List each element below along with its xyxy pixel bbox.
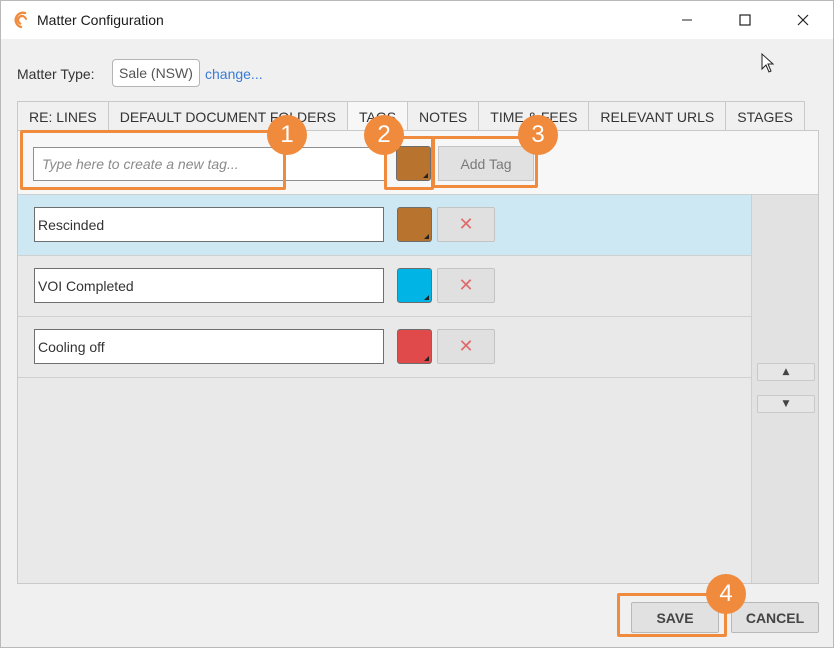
dialog-content: Matter Type: Sale (NSW) change... RE: LI…	[1, 39, 833, 647]
arrow-down-icon: ▼	[782, 399, 790, 409]
app-logo-icon	[14, 11, 27, 29]
remove-tag-button[interactable]: ✕	[437, 329, 495, 364]
remove-x-icon: ✕	[458, 336, 474, 357]
remove-tag-button[interactable]: ✕	[437, 268, 495, 303]
tab-default-document-folders[interactable]: DEFAULT DOCUMENT FOLDERS	[107, 101, 348, 131]
tab-tags[interactable]: TAGS	[346, 101, 409, 132]
cancel-button[interactable]: CANCEL	[731, 602, 819, 633]
tag-name-input[interactable]	[34, 329, 384, 364]
remove-tag-button[interactable]: ✕	[437, 207, 495, 242]
minimize-icon	[682, 19, 692, 21]
maximize-icon	[739, 14, 751, 26]
remove-x-icon: ✕	[458, 275, 474, 296]
matter-configuration-window: Matter Configuration Matter Type: Sale (…	[0, 0, 834, 648]
tab-time-and-fees[interactable]: TIME & FEES	[478, 101, 590, 131]
tab-stages[interactable]: STAGES	[725, 101, 806, 131]
tag-list: ✕ ✕ ✕	[18, 195, 751, 583]
save-button[interactable]: SAVE	[631, 602, 719, 633]
reorder-pane: ▲ ▼	[751, 195, 818, 583]
new-tag-input[interactable]	[33, 147, 385, 181]
tab-bar: RE: LINES DEFAULT DOCUMENT FOLDERS TAGS …	[17, 101, 806, 132]
tag-name-input[interactable]	[34, 207, 384, 242]
tab-notes[interactable]: NOTES	[407, 101, 480, 131]
tag-color-picker[interactable]	[397, 329, 432, 364]
tag-color-picker[interactable]	[397, 207, 432, 242]
tag-row[interactable]: ✕	[18, 256, 751, 317]
matter-type-label: Matter Type:	[17, 66, 95, 82]
maximize-button[interactable]	[716, 1, 774, 39]
new-tag-bar: Add Tag	[18, 131, 818, 195]
minimize-button[interactable]	[658, 1, 716, 39]
tag-row[interactable]: ✕	[18, 317, 751, 378]
new-tag-color-picker[interactable]	[396, 146, 431, 181]
tab-re-lines[interactable]: RE: LINES	[17, 101, 109, 131]
window-title: Matter Configuration	[37, 12, 164, 28]
tag-row[interactable]: ✕	[18, 195, 751, 256]
close-icon	[797, 14, 809, 26]
matter-type-value: Sale (NSW)	[112, 59, 200, 87]
remove-x-icon: ✕	[458, 214, 474, 235]
tags-panel: Add Tag ✕ ✕ ✕	[17, 130, 819, 584]
title-bar: Matter Configuration	[1, 1, 833, 39]
move-tag-up-button[interactable]: ▲	[757, 363, 815, 381]
tab-relevant-urls[interactable]: RELEVANT URLS	[588, 101, 727, 131]
change-matter-type-link[interactable]: change...	[205, 66, 263, 82]
mouse-cursor-icon	[761, 53, 775, 73]
tag-name-input[interactable]	[34, 268, 384, 303]
close-button[interactable]	[774, 1, 832, 39]
add-tag-button[interactable]: Add Tag	[438, 146, 534, 181]
arrow-up-icon: ▲	[782, 367, 790, 377]
tag-color-picker[interactable]	[397, 268, 432, 303]
move-tag-down-button[interactable]: ▼	[757, 395, 815, 413]
